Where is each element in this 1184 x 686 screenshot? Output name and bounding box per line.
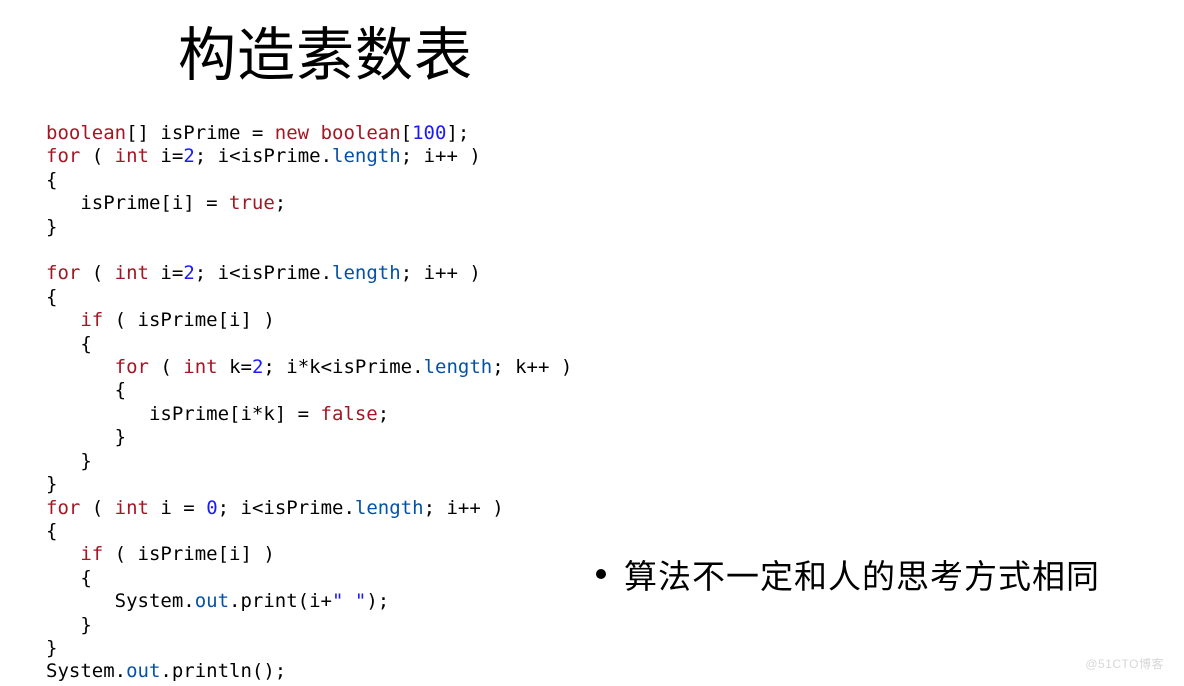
code-block: boolean[] isPrime = new boolean[100]; fo…	[46, 122, 572, 684]
code-text: [] isPrime =	[126, 122, 275, 144]
code-text	[46, 309, 80, 331]
code-text: ; k++ )	[492, 356, 572, 378]
code-text: }	[46, 637, 57, 659]
code-text: i=	[149, 262, 183, 284]
num-literal: 0	[206, 497, 217, 519]
code-text: ( isPrime[i] )	[103, 543, 275, 565]
code-text: {	[46, 286, 57, 308]
code-text: ;	[275, 192, 286, 214]
kw-for: for	[46, 262, 80, 284]
kw-if: if	[80, 309, 103, 331]
code-text: ; i*k<isPrime.	[263, 356, 423, 378]
code-text: {	[46, 169, 57, 191]
code-text: ; i++ )	[424, 497, 504, 519]
code-text	[46, 543, 80, 565]
kw-if: if	[80, 543, 103, 565]
code-text: (	[80, 497, 114, 519]
field-length: length	[355, 497, 424, 519]
code-text: System.	[46, 660, 126, 682]
bullet-item: 算法不一定和人的思考方式相同	[596, 550, 1100, 598]
code-text: }	[46, 216, 57, 238]
code-text: );	[366, 590, 389, 612]
code-text: ; i++ )	[401, 145, 481, 167]
kw-boolean: boolean	[46, 122, 126, 144]
kw-int: int	[115, 145, 149, 167]
code-text: (	[149, 356, 183, 378]
code-text: [	[401, 122, 412, 144]
kw-true: true	[229, 192, 275, 214]
code-text: {	[46, 379, 126, 401]
bullet-dot-icon	[596, 569, 606, 579]
code-text: .print(i+	[229, 590, 332, 612]
kw-for: for	[46, 145, 80, 167]
bullet-text: 算法不一定和人的思考方式相同	[624, 550, 1100, 598]
code-text: ; i<isPrime.	[195, 145, 332, 167]
field-out: out	[195, 590, 229, 612]
code-text: }	[46, 426, 126, 448]
kw-for: for	[46, 497, 80, 519]
kw-int: int	[115, 497, 149, 519]
code-text: }	[46, 450, 92, 472]
code-text: i =	[149, 497, 206, 519]
code-text: isPrime[i] =	[46, 192, 229, 214]
field-length: length	[424, 356, 493, 378]
code-text: .println();	[160, 660, 286, 682]
field-length: length	[332, 145, 401, 167]
code-text	[46, 356, 115, 378]
code-text: {	[46, 333, 92, 355]
num-literal: 100	[412, 122, 446, 144]
num-literal: 2	[183, 145, 194, 167]
code-text: }	[46, 473, 57, 495]
code-text	[309, 122, 320, 144]
code-text: k=	[218, 356, 252, 378]
kw-for: for	[115, 356, 149, 378]
num-literal: 2	[183, 262, 194, 284]
kw-int: int	[115, 262, 149, 284]
code-text: i=	[149, 145, 183, 167]
page-title: 构造素数表	[178, 8, 473, 92]
kw-false: false	[321, 403, 378, 425]
field-out: out	[126, 660, 160, 682]
code-text: ; i++ )	[401, 262, 481, 284]
code-text: ;	[378, 403, 389, 425]
code-text: isPrime[i*k] =	[46, 403, 321, 425]
code-text: (	[80, 262, 114, 284]
kw-new: new	[275, 122, 309, 144]
code-text: ; i<isPrime.	[195, 262, 332, 284]
watermark-text: @51CTO博客	[1085, 655, 1164, 672]
code-text: ; i<isPrime.	[218, 497, 355, 519]
num-literal: 2	[252, 356, 263, 378]
kw-boolean: boolean	[321, 122, 401, 144]
code-text: }	[46, 614, 92, 636]
code-text: ];	[446, 122, 469, 144]
code-text: {	[46, 520, 57, 542]
code-text: {	[46, 567, 92, 589]
string-literal: " "	[332, 590, 366, 612]
code-text: (	[80, 145, 114, 167]
field-length: length	[332, 262, 401, 284]
kw-int: int	[183, 356, 217, 378]
code-text: System.	[46, 590, 195, 612]
code-text: ( isPrime[i] )	[103, 309, 275, 331]
